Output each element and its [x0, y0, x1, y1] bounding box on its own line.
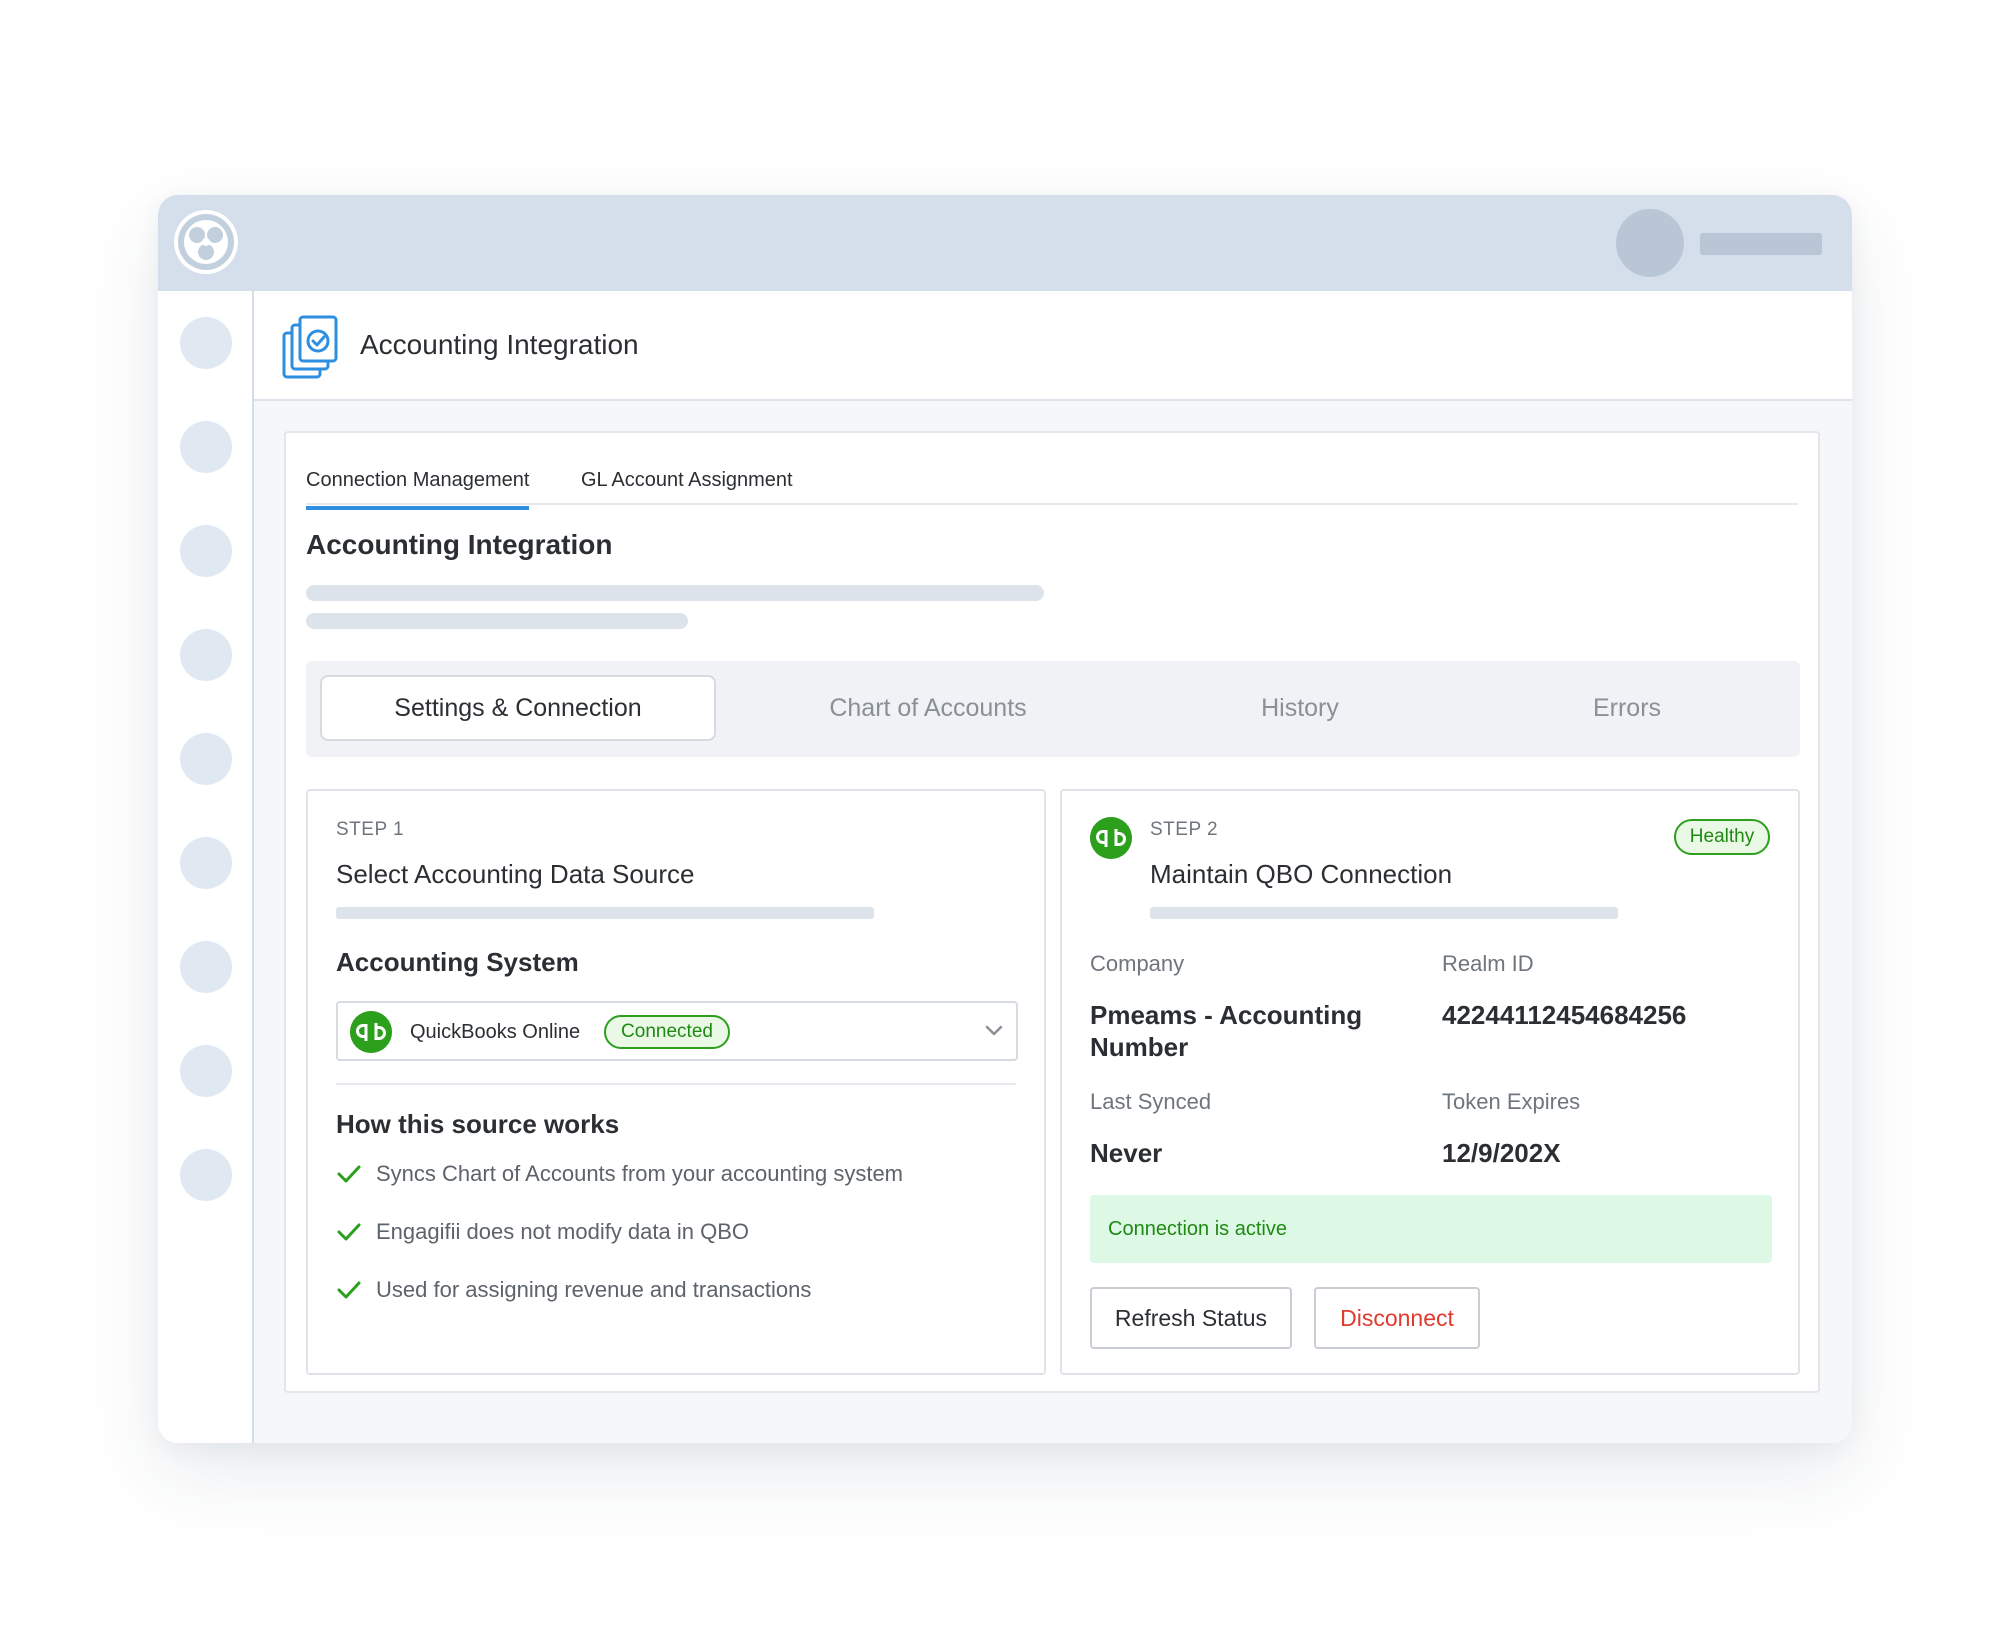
tab-chart-of-accounts[interactable]: Chart of Accounts: [728, 675, 1128, 741]
step2-description-placeholder: [1150, 907, 1618, 919]
description-placeholder-line: [306, 613, 688, 629]
top-bar: [158, 195, 1852, 291]
step1-description-placeholder: [336, 907, 874, 919]
step2-title: Maintain QBO Connection: [1150, 859, 1453, 889]
app-logo-icon[interactable]: [172, 208, 240, 276]
disconnect-button[interactable]: Disconnect: [1314, 1287, 1480, 1349]
company-label: Company: [1090, 951, 1185, 976]
avatar[interactable]: [1616, 209, 1684, 277]
tab-history[interactable]: History: [1140, 675, 1460, 741]
integration-card: Connection Management GL Account Assignm…: [284, 431, 1820, 1393]
divider: [336, 1083, 1016, 1085]
main-content: Accounting Integration Connection Manage…: [254, 291, 1852, 1443]
tab-errors[interactable]: Errors: [1472, 675, 1782, 741]
list-item: Engagifii does not modify data in QBO: [336, 1219, 749, 1245]
refresh-status-button[interactable]: Refresh Status: [1090, 1287, 1292, 1349]
list-item: Syncs Chart of Accounts from your accoun…: [336, 1161, 903, 1187]
sidebar-item-6[interactable]: [180, 837, 232, 889]
sidebar-item-5[interactable]: [180, 733, 232, 785]
sidebar: [158, 291, 254, 1443]
step1-label: STEP 1: [336, 819, 405, 840]
chevron-down-icon[interactable]: [984, 1023, 1004, 1039]
how-source-works-heading: How this source works: [336, 1109, 620, 1139]
sidebar-item-2[interactable]: [180, 421, 232, 473]
token-expires-value: 12/9/202X: [1442, 1138, 1561, 1168]
sidebar-item-4[interactable]: [180, 629, 232, 681]
sidebar-item-7[interactable]: [180, 941, 232, 993]
top-tabs: Connection Management GL Account Assignm…: [306, 451, 1798, 510]
description-placeholder-line: [306, 585, 1044, 601]
page-title: Accounting Integration: [360, 329, 639, 360]
section-title: Accounting Integration: [306, 529, 613, 560]
tab-gl-account-assignment[interactable]: GL Account Assignment: [581, 469, 793, 506]
sidebar-item-8[interactable]: [180, 1045, 232, 1097]
accounting-system-heading: Accounting System: [336, 947, 579, 977]
user-name-placeholder: [1700, 233, 1822, 255]
check-icon: [337, 1223, 361, 1241]
tab-connection-management[interactable]: Connection Management: [306, 469, 530, 510]
token-expires-label: Token Expires: [1442, 1089, 1581, 1114]
realm-id-value: 42244112454684256: [1442, 1000, 1687, 1030]
sidebar-item-1[interactable]: [180, 317, 232, 369]
connected-badge: Connected: [604, 1015, 730, 1049]
sidebar-item-3[interactable]: [180, 525, 232, 577]
last-synced-label: Last Synced: [1090, 1089, 1212, 1114]
status-badge: Healthy: [1674, 819, 1770, 855]
step2-label: STEP 2: [1150, 819, 1219, 840]
accounting-documents-icon: [282, 315, 338, 379]
check-text: Engagifii does not modify data in QBO: [376, 1219, 749, 1244]
step1-title: Select Accounting Data Source: [336, 859, 695, 889]
list-item: Used for assigning revenue and transacti…: [336, 1277, 811, 1303]
select-value: QuickBooks Online: [410, 1021, 581, 1043]
app-window: Accounting Integration Connection Manage…: [158, 195, 1852, 1443]
segmented-tabs: Settings & Connection Chart of Accounts …: [306, 661, 1800, 757]
check-icon: [337, 1165, 361, 1183]
quickbooks-icon: [1090, 817, 1132, 859]
company-value: Pmeams - Accounting Number: [1090, 1000, 1363, 1062]
page-header: Accounting Integration: [254, 291, 1852, 401]
last-synced-value: Never: [1090, 1138, 1163, 1168]
check-icon: [337, 1281, 361, 1299]
step1-panel: STEP 1 Select Accounting Data Source Acc…: [306, 789, 1046, 1375]
check-text: Syncs Chart of Accounts from your accoun…: [376, 1161, 904, 1186]
sidebar-item-9[interactable]: [180, 1149, 232, 1201]
step2-panel: STEP 2 Maintain QBO Connection Healthy C…: [1060, 789, 1800, 1375]
check-text: Used for assigning revenue and transacti…: [376, 1277, 812, 1302]
tab-settings-connection[interactable]: Settings & Connection: [320, 675, 716, 741]
connection-status-alert: Connection is active: [1090, 1195, 1772, 1263]
accounting-system-select[interactable]: QuickBooks Online Connected: [336, 1001, 1018, 1061]
quickbooks-icon: [350, 1011, 392, 1053]
realm-id-label: Realm ID: [1442, 951, 1534, 976]
